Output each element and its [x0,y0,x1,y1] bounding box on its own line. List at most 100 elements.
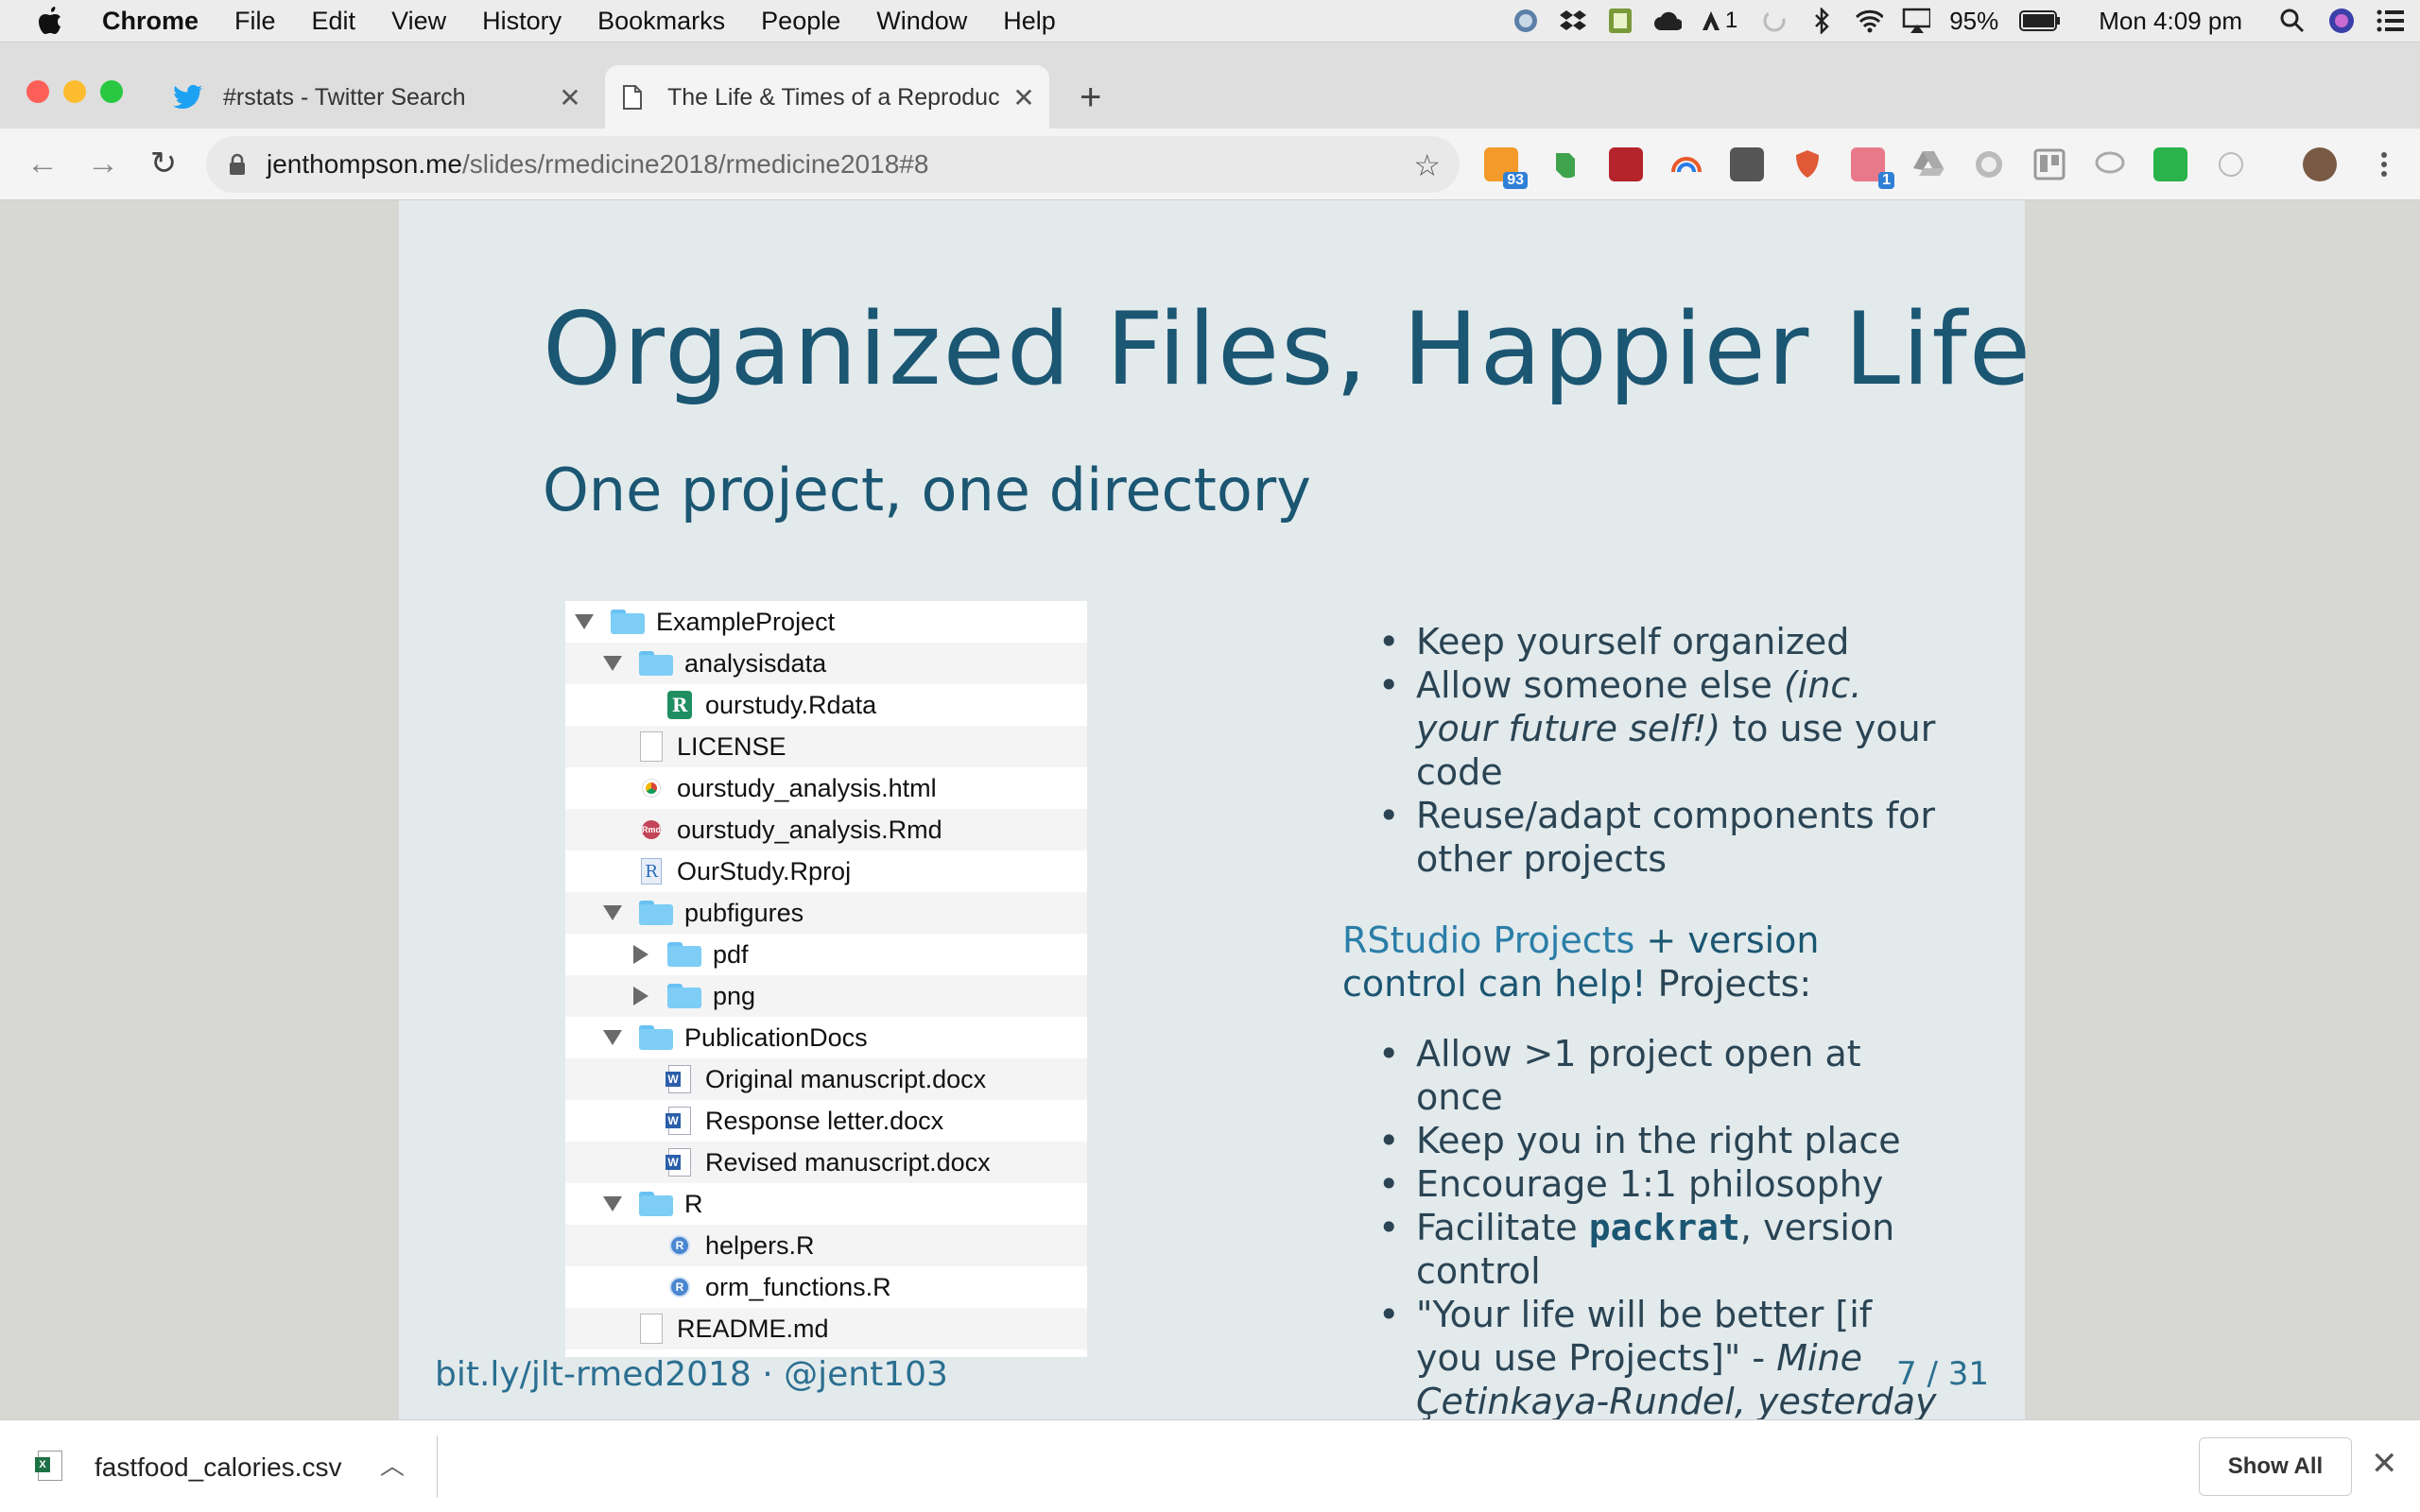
file-tree-row: R [565,1183,1087,1225]
close-tab-icon[interactable]: ✕ [1008,82,1040,113]
zoom-window-button[interactable] [100,80,123,103]
rmarkdown-icon: Rmd [639,815,664,845]
file-tree-row: W Original manuscript.docx [565,1058,1087,1100]
pin-extension-icon[interactable]: 1 [1851,147,1894,189]
file-tree-row: png [565,975,1087,1017]
chevron-up-icon[interactable]: ︿ [380,1447,405,1482]
rainbow-extension-icon[interactable] [1669,147,1703,181]
menu-app-chrome[interactable]: Chrome [102,7,199,36]
rstudio-projects-paragraph: RStudio Projects + version control can h… [1342,919,1949,1005]
close-tab-icon[interactable]: ✕ [554,82,586,113]
file-name: PublicationDocs [684,1022,868,1052]
shield-icon[interactable] [1790,147,1824,181]
menu-bookmarks[interactable]: Bookmarks [597,7,725,36]
empty-circle-icon[interactable] [2214,147,2248,181]
file-tree-image: ExampleProject analysisdata Rourstudy.Rdat… [565,601,1087,1357]
menu-help[interactable]: Help [1003,7,1056,36]
file-name: Response letter.docx [705,1106,944,1135]
trello-icon[interactable] [2032,147,2066,181]
airplay-icon[interactable] [1902,7,1931,35]
wifi-icon[interactable] [1855,7,1884,35]
bullet-list-2: Allow >1 project open at once Keep you i… [1344,1032,1949,1423]
drive-icon[interactable] [1911,147,1945,181]
file-name: pubfigures [684,898,804,927]
battery-icon[interactable] [2019,7,2061,35]
bookmark-star-icon[interactable]: ☆ [1413,147,1441,183]
file-tree-row: Rourstudy.Rdata [565,684,1087,726]
r-script-icon: R [667,1230,692,1261]
slide-footer-link: bit.ly/jlt-rmed2018 · @jent103 [435,1355,948,1394]
address-bar[interactable]: jenthompson.me/slides/rmedicine2018/rmed… [206,136,1460,193]
spotlight-search-icon[interactable] [2278,7,2307,35]
forward-arrow-icon[interactable]: → [81,142,125,185]
reload-icon[interactable]: ↻ [142,142,185,185]
slide-subtitle: One project, one directory [543,455,1311,524]
bullet-column: Keep yourself organized Allow someone el… [1342,620,1949,1423]
globe-icon[interactable] [1512,7,1540,35]
menu-kebab-icon[interactable] [2367,147,2401,181]
siri-icon[interactable] [2327,7,2356,35]
bullet-list-1: Keep yourself organized Allow someone el… [1344,620,1949,881]
back-arrow-icon[interactable]: ← [21,142,64,185]
url-text[interactable]: jenthompson.me/slides/rmedicine2018/rmed… [267,149,928,180]
menu-file[interactable]: File [234,7,276,36]
menubar-clock[interactable]: Mon 4:09 pm [2099,7,2242,36]
show-all-button[interactable]: Show All [2199,1437,2352,1496]
green-extension-icon[interactable] [2153,147,2187,181]
file-tree-row: pdf [565,934,1087,975]
cloud-sync-icon[interactable] [1653,7,1682,35]
download-filename[interactable]: fastfood_calories.csv [95,1452,341,1483]
menu-window[interactable]: Window [876,7,967,36]
chrome-icon [639,773,664,803]
disclosure-down-icon [603,1196,622,1211]
disclosure-right-icon [633,987,648,1005]
menu-view[interactable]: View [391,7,446,36]
tab-twitter-search[interactable]: #rstats - Twitter Search ✕ [161,65,596,129]
circle-extension-icon[interactable] [1972,147,2006,181]
tab-reproducible-slides[interactable]: The Life & Times of a Reproduc ✕ [605,65,1049,129]
profile-avatar[interactable] [2303,147,2337,181]
disclosure-down-icon [603,905,622,920]
file-tree-row: Rmd ourstudy_analysis.Rmd [565,809,1087,850]
projects-label: Projects: [1646,963,1812,1005]
adobe-icon[interactable]: 1 [1701,7,1737,35]
notification-center-icon[interactable] [2377,7,2405,35]
file-tree-row: W Revised manuscript.docx [565,1142,1087,1183]
rstudio-projects-link[interactable]: RStudio Projects [1342,919,1634,961]
menu-people[interactable]: People [761,7,840,36]
new-tab-button[interactable]: + [1080,77,1101,119]
evernote-icon[interactable] [1548,147,1582,181]
tab-title: The Life & Times of a Reproduc [667,83,1000,111]
chat-bubble-icon[interactable] [2093,147,2127,181]
apple-icon[interactable] [38,7,68,35]
rss-badge: 93 [1503,172,1528,189]
adobe-count: 1 [1724,8,1738,33]
disclosure-down-icon [575,614,594,629]
file-name: Original manuscript.docx [705,1064,987,1093]
calculator-icon[interactable] [1606,7,1634,35]
slide-title: Organized Files, Happier Life [543,291,2033,407]
battery-percent: 95% [1949,6,1999,35]
file-name: ourstudy_analysis.html [677,773,937,802]
pin-badge: 1 [1878,172,1894,189]
menu-history[interactable]: History [482,7,562,36]
close-window-button[interactable] [26,80,49,103]
mendeley-icon[interactable] [1609,147,1643,181]
bullet-item: Keep you in the right place [1344,1119,1949,1162]
lock-icon[interactable] [229,151,250,178]
download-shelf: X fastfood_calories.csv ︿ Show All ✕ [0,1419,2420,1512]
close-icon[interactable]: ✕ [2371,1445,2398,1483]
lightbulb-extension-icon[interactable] [1730,147,1764,181]
rss-extension-icon[interactable]: 93 [1484,147,1528,189]
menu-edit[interactable]: Edit [312,7,356,36]
packrat-code: packrat [1588,1207,1740,1248]
dropbox-icon[interactable] [1559,7,1587,35]
document-icon [639,1314,664,1344]
spinner-icon[interactable] [1760,7,1789,35]
bullet-item: Encourage 1:1 philosophy [1344,1162,1949,1206]
bluetooth-icon[interactable] [1807,7,1836,35]
bullet-item: Allow >1 project open at once [1344,1032,1949,1119]
file-name: R [684,1189,703,1218]
file-name: OurStudy.Rproj [677,856,852,885]
minimize-window-button[interactable] [63,80,86,103]
